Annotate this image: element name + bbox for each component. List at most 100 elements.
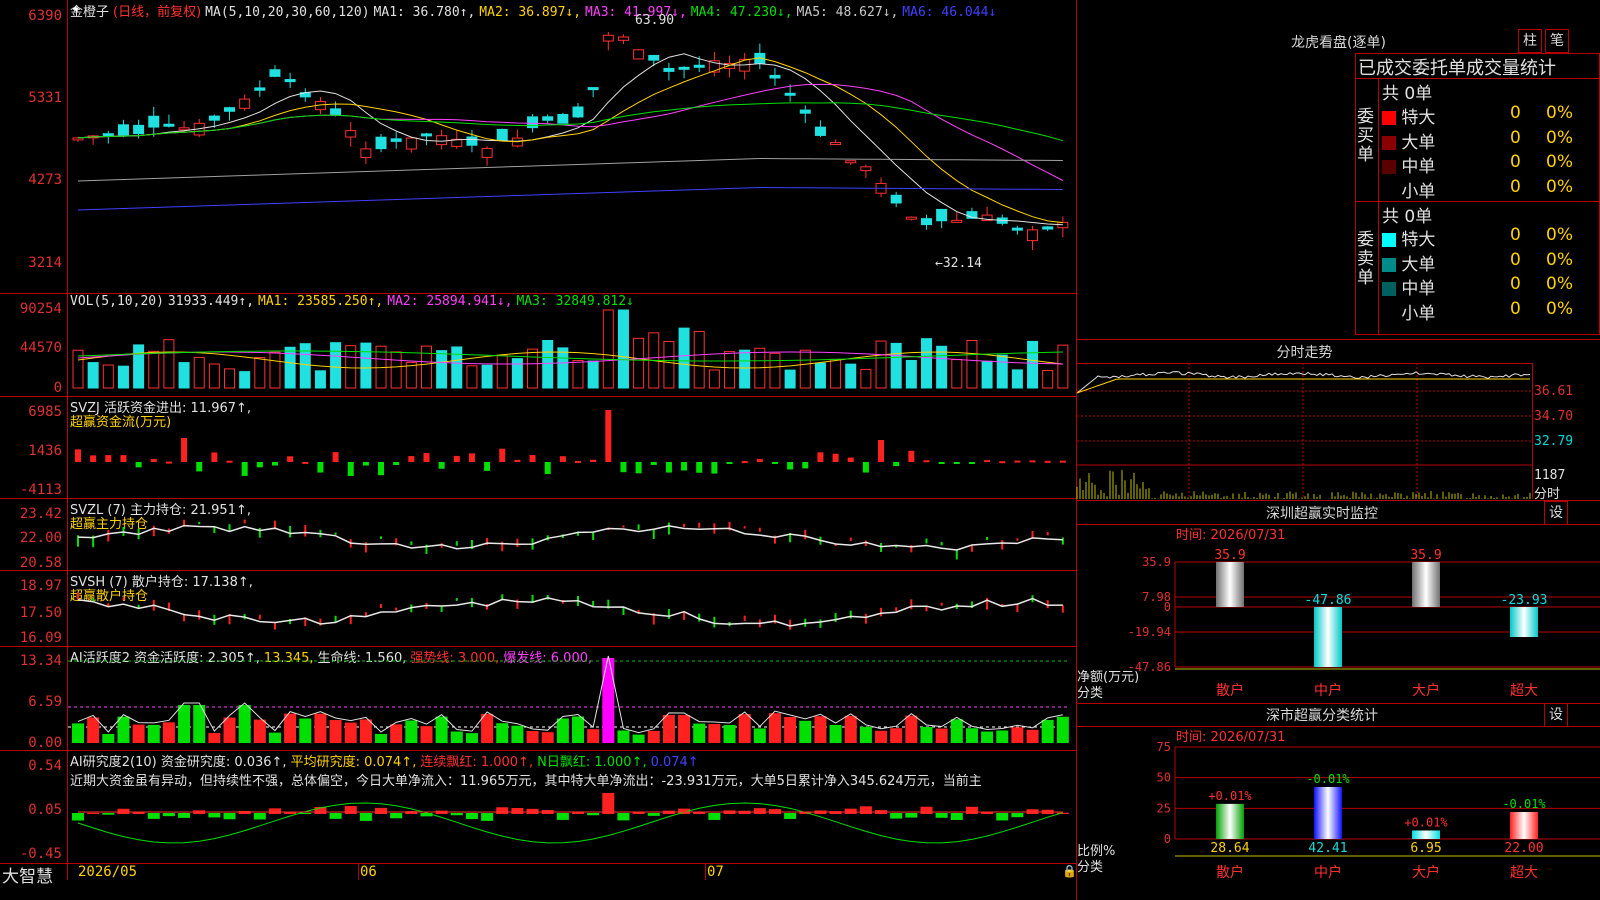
order-percent: 0% [1546,225,1573,245]
sell-label: 委卖单 [1357,230,1374,288]
flow-bar [256,462,263,468]
flow-bar [968,462,975,464]
lock-icon[interactable]: 🔒 [1062,864,1077,878]
flow-bar [665,462,672,473]
y-label: 13.34 [19,653,62,669]
sep-7 [0,863,1076,864]
tick-bar [773,614,776,624]
tick-bar [395,607,398,611]
category-bar [1412,562,1440,608]
ma-line [77,157,1063,182]
flow-bar [711,462,718,474]
research-bar [996,813,1009,821]
activity-bar [799,720,812,743]
flow-bar [620,462,627,473]
flow-bar [529,455,536,462]
activity-bar [481,713,494,743]
flow-bar [120,455,127,462]
order-row: 特大 [1382,225,1435,250]
volume-bar [951,359,963,389]
candle-body [405,137,417,150]
volume-bar [966,339,978,389]
svzj-chart[interactable] [68,397,1076,498]
holding-line [77,597,1063,627]
buy-label: 委买单 [1357,107,1374,165]
flow-bar [362,462,369,466]
research-bar [72,813,84,821]
bar-mode-button[interactable]: 柱 [1518,29,1542,53]
activity-bar [102,733,115,743]
volume-bar [330,342,342,389]
y-label: 0 [53,380,62,396]
class-settings-button[interactable]: 设 [1544,703,1568,727]
tick-bar [455,598,458,601]
research-bar [935,813,948,818]
activity-bar [375,733,388,743]
category-bar [1216,562,1244,608]
monitor-settings-button[interactable]: 设 [1544,501,1568,525]
app-logo: 大智慧 [2,867,53,887]
tick-bar [455,541,458,546]
candle-body [1011,227,1023,231]
candle-body [678,66,690,70]
ai-active-chart[interactable] [68,647,1076,750]
intraday-title: 分时走势 [1276,345,1333,361]
order-count: 0 [1510,249,1521,270]
volume-bar [860,368,872,389]
tick-bar [122,597,125,601]
candle-body [178,127,190,131]
candle-body [799,109,811,114]
candle-body [224,107,236,112]
activity-bar [162,722,175,743]
research-bar [511,808,524,814]
order-type-label: 特大 [1396,230,1436,250]
bar-value-label: 6.95 [1410,841,1441,856]
class-bar-chart[interactable]: 75 50 25 0 28.64 +0.01% 散户 42.41 -0.01% 中户 6.95 +0.… [1077,727,1600,900]
category-bar [1510,812,1538,839]
research-bar [905,813,918,818]
tick-bar [258,614,261,620]
flow-bar [756,458,763,462]
volume-bar [117,365,129,389]
color-swatch-icon [1382,111,1396,125]
tick-bar [940,602,943,606]
ai-research-chart[interactable] [68,751,1076,863]
volume-bar [602,309,614,389]
flow-bar [605,410,612,462]
y-label: 16.09 [19,630,62,646]
tick-mode-button[interactable]: 笔 [1545,29,1569,53]
svzl-chart[interactable] [68,499,1076,570]
tick-bar [819,619,822,628]
research-bar [223,813,236,820]
bar-value-label: -23.93 [1501,593,1548,608]
volume-bar [360,342,372,389]
order-count: 0 [1510,127,1521,148]
tick-bar [77,592,79,600]
activity-bar [405,720,418,743]
price-label: 34.70 [1534,409,1574,424]
x-axis-label: 06 [360,864,377,880]
candle-body [936,208,948,222]
flow-bar [1044,460,1051,463]
volume-bar [345,345,357,389]
candlestick-chart[interactable] [68,0,1076,293]
monitor-bar-chart[interactable]: 35.97.980-19.94-47.8635.9散户-47.86中户35.9大… [1077,525,1600,705]
y-label: 1436 [28,443,62,459]
activity-bar [72,723,84,743]
activity-bar [920,726,933,743]
activity-bar [238,705,251,743]
flow-bar [847,457,854,462]
intraday-chart[interactable] [1076,363,1532,499]
y-tick-label: 0 [1164,832,1171,846]
research-bar [178,813,191,818]
svsh-chart[interactable] [68,571,1076,646]
research-bar [965,806,978,814]
flow-bar [408,456,415,462]
flow-bar [938,462,945,464]
y-label: 5331 [28,90,62,106]
category-bar [1510,607,1538,638]
category-bar [1412,830,1440,839]
volume-chart[interactable] [68,294,1076,396]
volume-bar [390,351,402,389]
flow-bar [1059,460,1066,463]
